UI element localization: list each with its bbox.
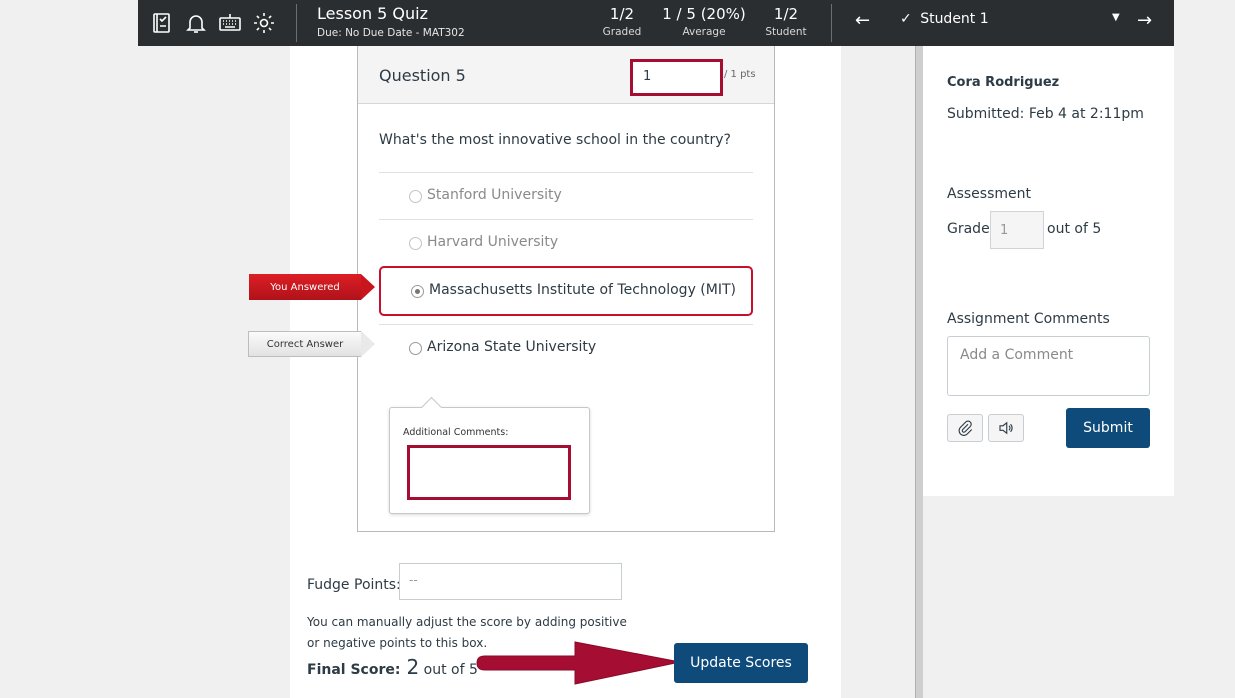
student-select-label: Student 1 (920, 11, 989, 27)
student-stat: 1/2 Student (765, 5, 807, 38)
selected-answer-option: Massachusetts Institute of Technology (M… (379, 266, 753, 316)
toolbar-divider (831, 4, 832, 42)
paperclip-icon (958, 420, 973, 436)
submit-comment-button[interactable]: Submit (1066, 408, 1150, 448)
assessment-heading: Assessment (947, 186, 1031, 202)
radio-icon (409, 190, 422, 203)
fudge-points-label: Fudge Points: (307, 577, 401, 593)
attach-file-button[interactable] (947, 414, 983, 442)
question-header: Question 5 1 / 1 pts (358, 46, 774, 104)
check-icon: ✓ (900, 11, 912, 27)
pane-resize-handle[interactable] (915, 46, 923, 698)
student-name: Cora Rodriguez (947, 75, 1060, 90)
previous-student-arrow-icon[interactable]: ← (855, 10, 870, 31)
additional-comments-popover: Additional Comments: (389, 407, 590, 514)
chevron-down-icon[interactable]: ▼ (1112, 12, 1120, 23)
grade-input[interactable]: 1 (990, 211, 1044, 249)
answer-option: Harvard University (379, 219, 753, 266)
speaker-icon (999, 421, 1013, 435)
final-score: Final Score: 2 out of 5 (307, 655, 478, 679)
average-stat: 1 / 5 (20%) Average (662, 5, 746, 38)
radio-icon (409, 342, 422, 355)
question-points-possible: / 1 pts (724, 69, 756, 80)
additional-comments-textarea[interactable] (407, 445, 571, 500)
fudge-points-input[interactable]: -- (399, 563, 622, 600)
media-comment-button[interactable] (988, 414, 1024, 442)
pointer-arrow-icon (476, 641, 681, 685)
you-answered-tag: You Answered (249, 274, 375, 300)
radio-icon (409, 237, 422, 250)
top-toolbar: Lesson 5 Quiz Due: No Due Date - MAT302 … (138, 0, 1174, 46)
submission-date: Submitted: Feb 4 at 2:11pm (947, 106, 1144, 122)
answer-option: Stanford University (379, 172, 753, 219)
gradebook-icon[interactable] (150, 11, 174, 35)
comment-textarea[interactable]: Add a Comment (947, 336, 1150, 396)
question-text: What's the most innovative school in the… (379, 132, 731, 148)
comments-heading: Assignment Comments (947, 311, 1110, 327)
update-scores-button[interactable]: Update Scores (674, 643, 808, 683)
gear-icon[interactable] (252, 11, 276, 35)
toolbar-divider (296, 4, 297, 42)
next-student-arrow-icon[interactable]: → (1137, 10, 1152, 31)
grade-out-of: out of 5 (1047, 221, 1102, 237)
question-title: Question 5 (379, 66, 466, 85)
due-date-course: Due: No Due Date - MAT302 (317, 27, 465, 39)
grade-label: Grade (947, 221, 990, 237)
correct-answer-option: Arizona State University (379, 324, 753, 371)
keyboard-icon[interactable] (218, 11, 242, 35)
question-points-input[interactable]: 1 (630, 59, 723, 96)
radio-selected-icon (411, 285, 424, 298)
graded-stat: 1/2 Graded (602, 5, 642, 38)
additional-comments-label: Additional Comments: (403, 427, 509, 438)
student-select[interactable]: ✓ Student 1 (900, 11, 989, 27)
bell-icon[interactable] (184, 11, 208, 35)
correct-answer-tag: Correct Answer (248, 331, 375, 357)
assignment-title[interactable]: Lesson 5 Quiz (317, 4, 428, 23)
